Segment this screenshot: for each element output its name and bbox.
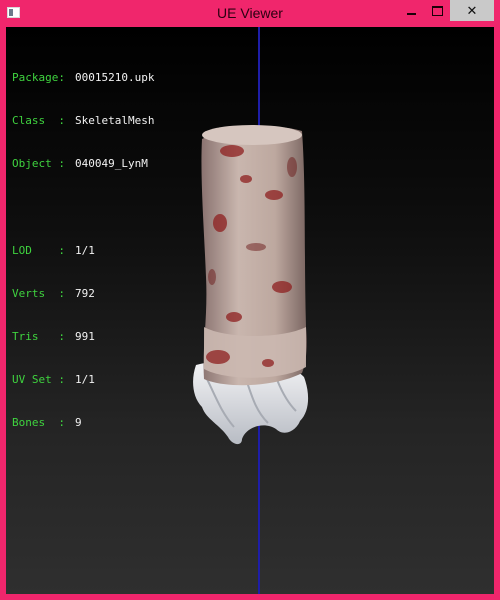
tris-row: Tris : 991 bbox=[12, 330, 154, 344]
lod-value: 1/1 bbox=[75, 243, 95, 257]
info-spacer bbox=[12, 200, 154, 214]
uvset-value: 1/1 bbox=[75, 373, 95, 387]
title-bar[interactable]: UE Viewer ✕ bbox=[0, 0, 500, 27]
uvset-label: UV Set : bbox=[12, 373, 65, 387]
verts-value: 792 bbox=[75, 286, 95, 300]
close-icon: ✕ bbox=[466, 2, 478, 18]
package-label: Package: bbox=[12, 70, 65, 84]
minimize-button[interactable] bbox=[398, 0, 424, 21]
verts-label: Verts : bbox=[12, 286, 65, 300]
3d-viewport[interactable]: Package: 00015210.upk Class : SkeletalMesh… bbox=[6, 27, 494, 594]
class-label: Class : bbox=[12, 114, 65, 128]
tris-label: Tris : bbox=[12, 330, 65, 344]
class-row: Class : SkeletalMesh bbox=[12, 114, 154, 128]
bones-label: Bones : bbox=[12, 416, 65, 430]
close-button[interactable]: ✕ bbox=[450, 0, 494, 21]
package-row: Package: 00015210.upk bbox=[12, 71, 154, 85]
lod-label: LOD : bbox=[12, 243, 65, 257]
tris-value: 991 bbox=[75, 330, 95, 344]
object-row: Object : 040049_LynM bbox=[12, 157, 154, 171]
class-value: SkeletalMesh bbox=[75, 114, 155, 128]
bones-value: 9 bbox=[75, 416, 82, 430]
verts-row: Verts : 792 bbox=[12, 287, 154, 301]
lod-row: LOD : 1/1 bbox=[12, 244, 154, 258]
package-value: 00015210.upk bbox=[75, 70, 155, 84]
maximize-button[interactable] bbox=[424, 0, 450, 21]
ue-viewer-window: UE Viewer ✕ Package: 00015210.upk Class … bbox=[0, 0, 500, 600]
uvset-row: UV Set : 1/1 bbox=[12, 373, 154, 387]
minimize-icon bbox=[406, 12, 416, 15]
mesh-info-panel: Package: 00015210.upk Class : SkeletalMesh… bbox=[12, 42, 154, 460]
object-label: Object : bbox=[12, 157, 65, 171]
object-value: 040049_LynM bbox=[75, 157, 148, 171]
bones-row: Bones : 9 bbox=[12, 416, 154, 430]
maximize-icon bbox=[431, 5, 443, 16]
